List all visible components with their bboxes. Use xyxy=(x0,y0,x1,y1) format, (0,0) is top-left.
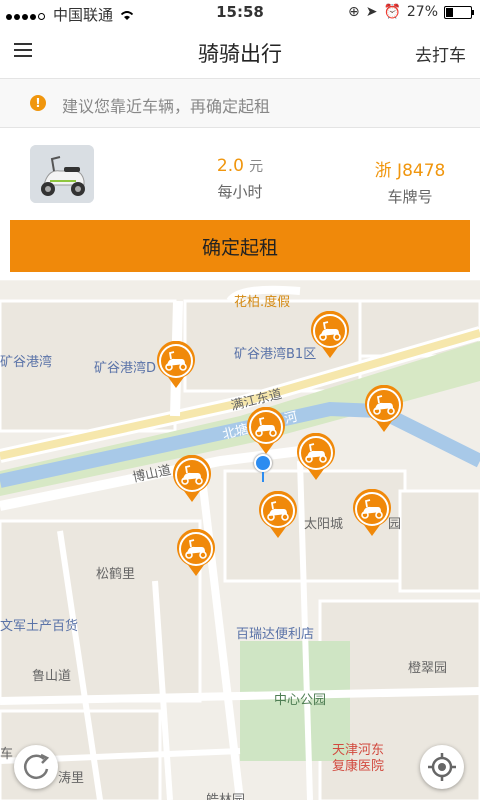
scooter-icon xyxy=(297,433,335,480)
nav-bar: 骑骑出行 去打车 xyxy=(0,26,480,79)
info-icon: ! xyxy=(30,95,46,111)
scooter-pin[interactable] xyxy=(352,489,392,537)
price-value: 2.0 xyxy=(216,156,244,176)
battery-percent: 27% xyxy=(406,4,438,20)
refresh-icon xyxy=(23,753,50,779)
taxi-link[interactable]: 去打车 xyxy=(415,41,466,66)
locate-icon xyxy=(428,753,456,781)
plate-value: 浙 J8478 xyxy=(374,161,446,181)
poi-chengcui: 橙翠园 xyxy=(408,661,448,676)
poi-haolin: 皓林园 xyxy=(206,789,245,800)
poi-kuanggu-d: 矿谷港湾D xyxy=(94,361,157,376)
scooter-icon xyxy=(157,341,195,388)
poi-zhongxin-park: 中心公园 xyxy=(274,693,327,708)
location-arrow-icon: ➤ xyxy=(365,4,378,20)
status-right: ⊕ ➤ ⏰ 27% xyxy=(347,4,474,20)
poi-hospital-b: 复康医院 xyxy=(332,759,385,774)
poi-kuanggu-left: 矿谷港湾 xyxy=(0,355,53,370)
price-label: 每小时 xyxy=(217,183,263,201)
scooter-image xyxy=(30,145,94,203)
poi-taiyang-a: 太阳城 xyxy=(304,517,344,532)
poi-che: 车 xyxy=(0,747,14,762)
scooter-icon xyxy=(259,491,297,538)
scooter-pin[interactable] xyxy=(172,455,212,503)
scooter-pin[interactable] xyxy=(364,385,404,433)
scooter-icon xyxy=(311,311,349,358)
plate-block: 浙 J8478 车牌号 xyxy=(355,156,465,207)
scooter-pin[interactable] xyxy=(296,433,336,481)
current-location-marker xyxy=(254,454,272,482)
scooter-icon xyxy=(353,489,391,536)
page-title: 骑骑出行 xyxy=(198,42,282,66)
locate-button[interactable] xyxy=(420,745,464,789)
battery-icon xyxy=(444,5,474,19)
status-bar: 中国联通 15:58 ⊕ ➤ ⏰ 27% xyxy=(0,0,480,26)
scooter-pin[interactable] xyxy=(258,491,298,539)
road-lushan: 鲁山道 xyxy=(32,669,72,684)
vehicle-card: 2.0 元 每小时 浙 J8478 车牌号 确定起租 xyxy=(0,128,480,280)
scooter-pin[interactable] xyxy=(176,529,216,577)
plate-label: 车牌号 xyxy=(387,188,433,206)
poi-kuanggu-b1: 矿谷港湾B1区 xyxy=(234,347,317,362)
refresh-button[interactable] xyxy=(14,745,58,789)
scooter-icon xyxy=(173,455,211,502)
scooter-icon xyxy=(247,407,285,454)
poi-bairuida: 百瑞达便利店 xyxy=(236,627,315,642)
poi-huabo: 花柏.度假 xyxy=(234,295,291,310)
map-view[interactable]: 花柏.度假 矿谷港湾 矿谷港湾D 矿谷港湾B1区 满江东道 北塘 河 博山道 太… xyxy=(0,281,480,800)
scooter-icon xyxy=(177,529,215,576)
poi-taoli: 涛里 xyxy=(58,771,85,786)
price-block: 2.0 元 每小时 xyxy=(205,156,275,202)
scooter-pin[interactable] xyxy=(310,311,350,359)
scooter-icon xyxy=(365,385,403,432)
rotation-lock-icon: ⊕ xyxy=(347,4,360,20)
poi-songhe: 松鹤里 xyxy=(96,567,136,582)
confirm-rent-button[interactable]: 确定起租 xyxy=(10,220,470,272)
price-unit: 元 xyxy=(249,159,264,175)
tip-text: 建议您靠近车辆，再确定起租 xyxy=(62,97,271,116)
poi-wenjun: 文军土产百货 xyxy=(0,619,79,634)
scooter-pin[interactable] xyxy=(156,341,196,389)
scooter-pin[interactable] xyxy=(246,407,286,455)
tip-banner: ! 建议您靠近车辆，再确定起租 xyxy=(0,79,480,128)
alarm-icon: ⏰ xyxy=(383,4,401,20)
